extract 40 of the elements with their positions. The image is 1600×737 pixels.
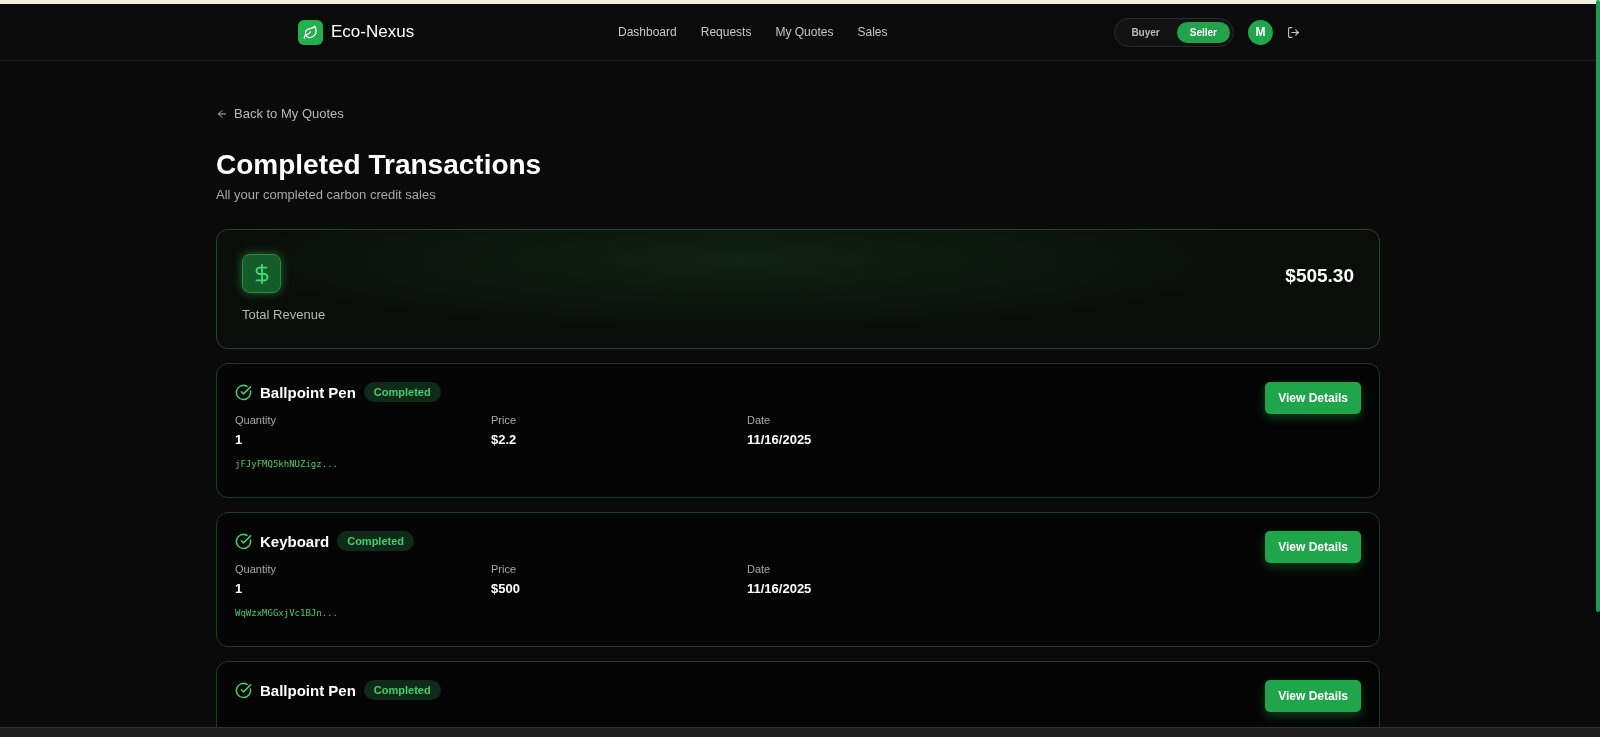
revenue-amount: $505.30: [1285, 265, 1354, 288]
transaction-hash: jFJyFMQ5khNUZigz...: [235, 459, 339, 469]
field-value: $2.2: [491, 432, 518, 447]
nav-link[interactable]: Dashboard: [618, 25, 677, 39]
field-label: Price: [491, 563, 518, 575]
status-badge: Completed: [363, 680, 441, 700]
check-circle-icon: [235, 681, 252, 699]
check-circle-icon: [235, 383, 252, 401]
revenue-label: Total Revenue: [242, 307, 326, 322]
field-value: 1: [235, 432, 244, 447]
field-label: Date: [747, 563, 772, 575]
product-name: Ballpoint Pen: [260, 681, 356, 699]
page-title: Completed Transactions: [216, 149, 543, 181]
status-badge: Completed: [363, 382, 441, 402]
role-option[interactable]: Buyer: [1118, 21, 1173, 43]
leaf-logo-icon[interactable]: [298, 19, 323, 45]
brand-name: Eco-Nexus: [331, 22, 415, 42]
check-circle-icon: [235, 532, 252, 550]
status-badge: Completed: [337, 531, 415, 551]
transaction-hash: WqWzxMGGxjVc1BJn...: [235, 608, 339, 618]
product-name: Ballpoint Pen: [260, 383, 356, 401]
back-link[interactable]: Back to My Quotes: [216, 106, 1380, 121]
logout-icon[interactable]: [1287, 25, 1300, 39]
page-subtitle: All your completed carbon credit sales: [216, 187, 437, 202]
scrollbar-thumb[interactable]: [1596, 0, 1600, 612]
product-name: Keyboard: [260, 532, 330, 550]
field-label: Date: [747, 414, 772, 426]
field-label: Quantity: [235, 563, 277, 575]
nav-link[interactable]: Requests: [700, 25, 752, 39]
arrow-left-icon: [216, 107, 228, 120]
field-label: Price: [491, 414, 518, 426]
field-value: $500: [491, 581, 521, 596]
field-label: Quantity: [235, 414, 277, 426]
field-value: 1: [235, 581, 244, 596]
back-link-label[interactable]: Back to My Quotes: [234, 106, 344, 121]
nav-link[interactable]: Sales: [857, 25, 888, 39]
field-value: 11/16/2025: [747, 432, 813, 447]
nav-link[interactable]: My Quotes: [775, 25, 834, 39]
dollar-icon: [242, 254, 281, 293]
field-value: 11/16/2025: [747, 581, 813, 596]
